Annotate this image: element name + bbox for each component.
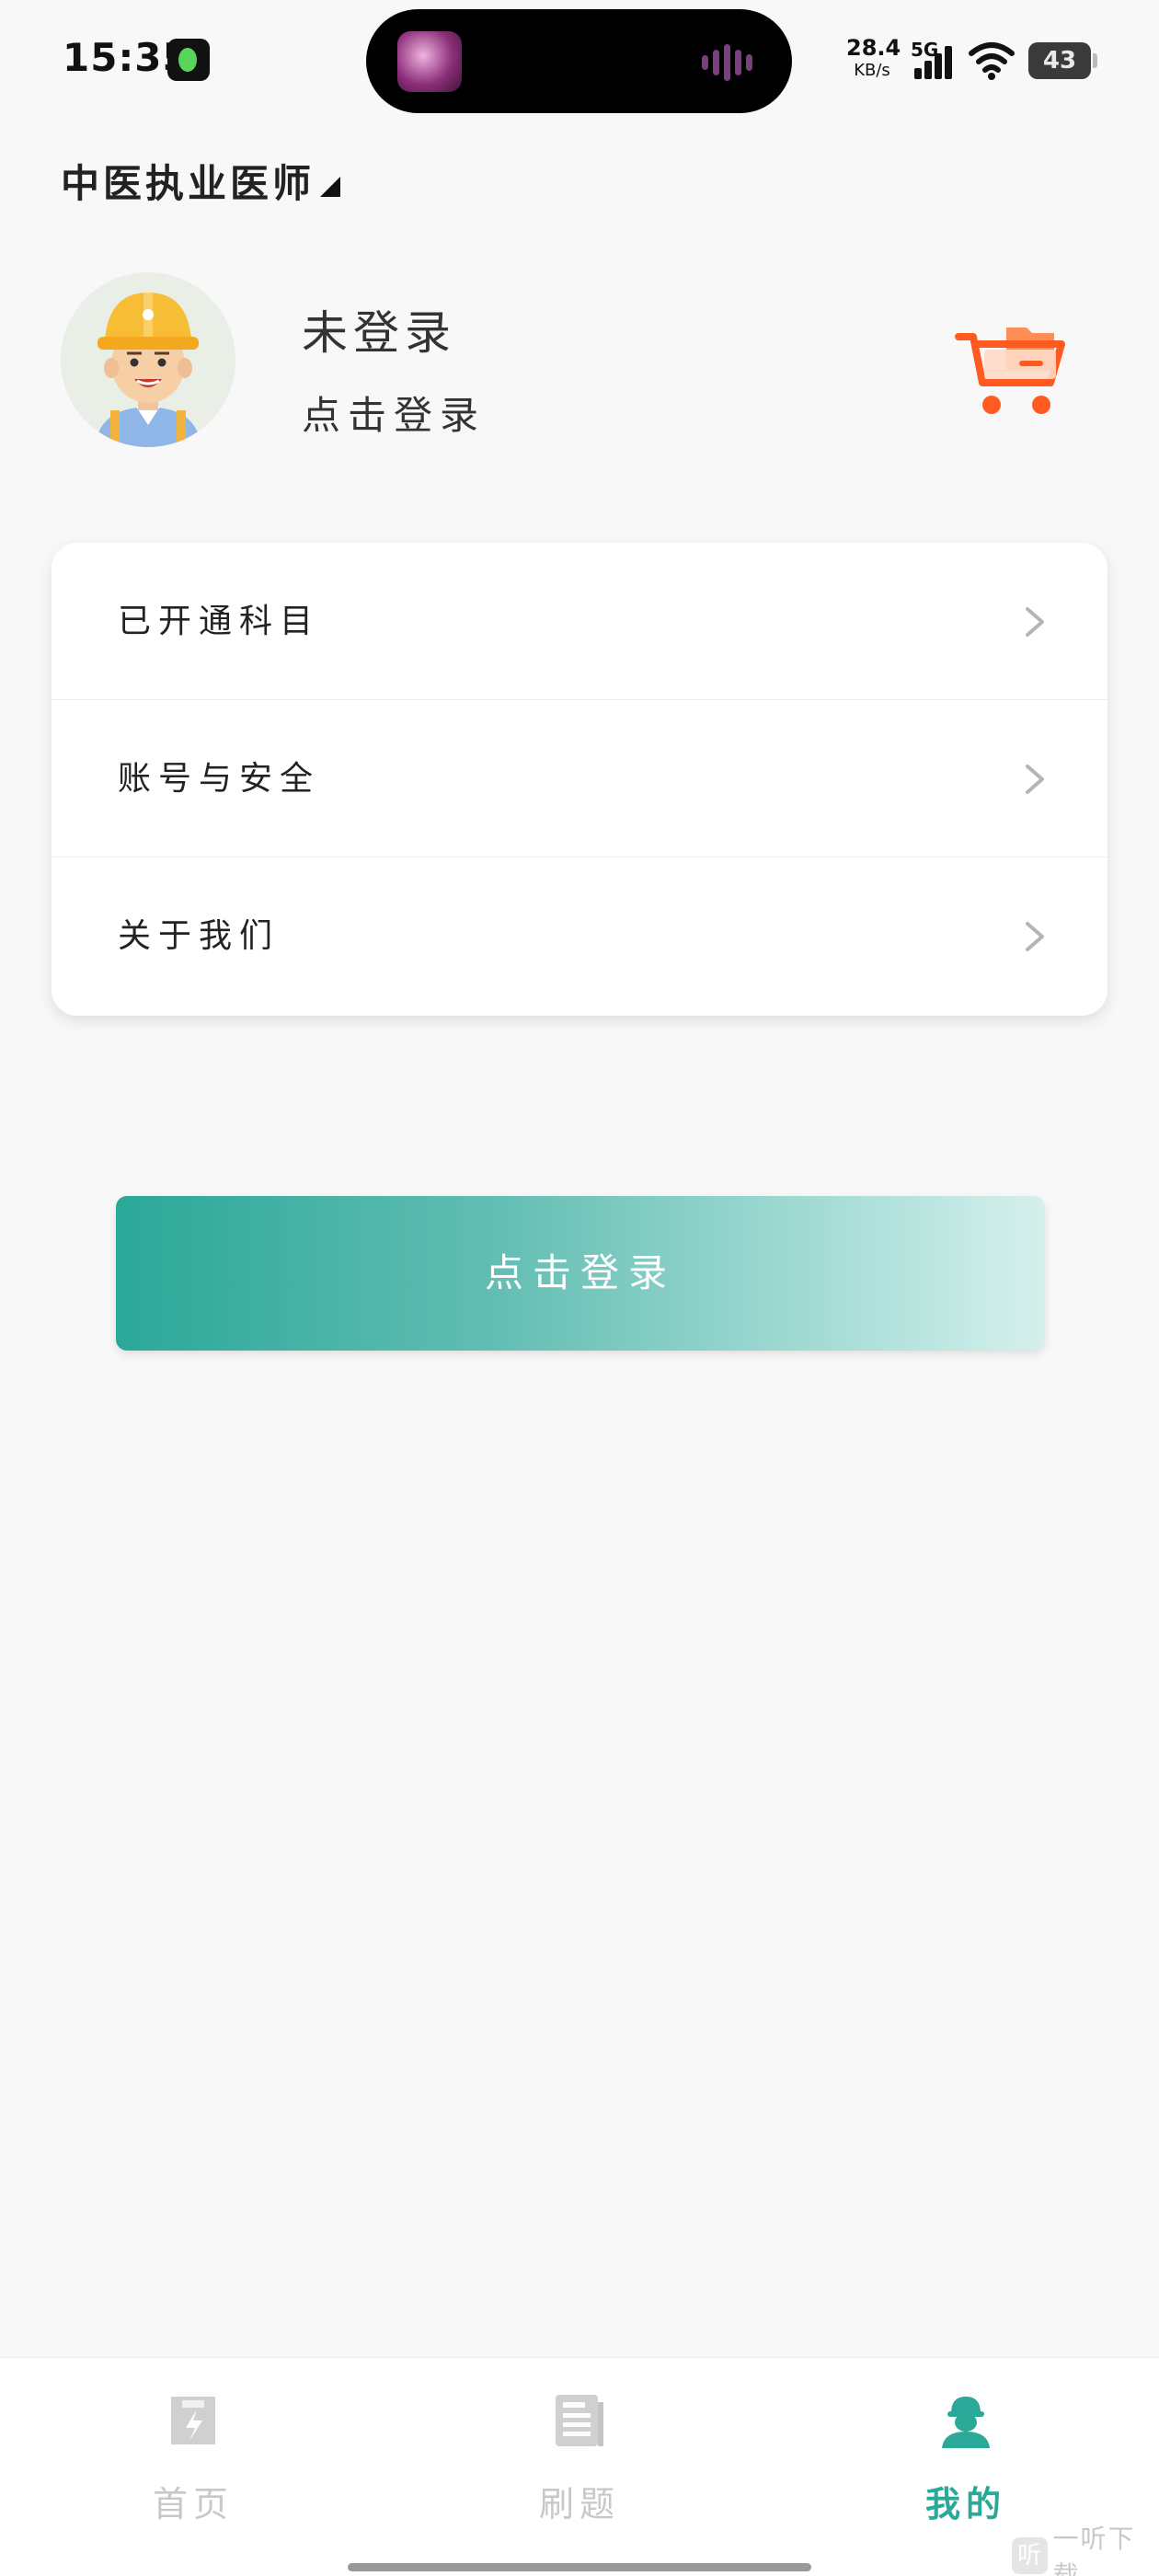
profile-login-link[interactable]: 点击登录 [302, 385, 486, 441]
chevron-right-icon [1026, 607, 1044, 637]
chevron-right-icon [1026, 922, 1044, 951]
watermark-logo-icon: 听 [1012, 2537, 1048, 2574]
settings-menu: 已开通科目 账号与安全 关于我们 [52, 543, 1107, 1016]
profile-icon [942, 2397, 990, 2448]
battery-icon: 43 [1028, 42, 1097, 79]
menu-item-opened-subjects[interactable]: 已开通科目 [52, 543, 1107, 700]
chevron-right-icon [1026, 765, 1044, 794]
wifi-icon [968, 40, 1016, 81]
tab-home-label: 首页 [152, 2484, 234, 2524]
cellular-signal-icon: 5G [911, 39, 953, 79]
net-speed: 28.4 KB/s [846, 35, 901, 80]
subject-switcher[interactable]: 中医执业医师 [61, 155, 341, 206]
profile-page: 15:35 28.4 KB/s 5G 43 中医执业医师 未登录 点击登录 已开… [0, 0, 1159, 2576]
shopping-cart-icon[interactable] [955, 318, 1069, 420]
menu-item-about-us[interactable]: 关于我们 [52, 857, 1107, 1015]
bottom-nav: 首页 刷题 我的 [0, 2357, 1159, 2576]
audio-wave-icon [702, 44, 766, 81]
home-icon [171, 2397, 215, 2444]
tab-questions-label: 刷题 [538, 2484, 620, 2524]
net-speed-unit: KB/s [854, 61, 890, 80]
dropdown-triangle-icon [320, 177, 341, 197]
watermark-text: 一听下载 [1052, 2524, 1136, 2576]
menu-item-label: 关于我们 [118, 917, 281, 955]
avatar[interactable] [61, 272, 235, 447]
tab-profile[interactable]: 我的 [874, 2391, 1058, 2529]
home-indicator[interactable] [348, 2563, 811, 2571]
tab-home[interactable]: 首页 [101, 2391, 285, 2529]
menu-item-label: 已开通科目 [118, 603, 321, 640]
media-thumbnail-icon [397, 31, 462, 92]
tab-profile-label: 我的 [924, 2483, 1006, 2524]
music-app-icon [167, 39, 210, 81]
login-button[interactable]: 点击登录 [116, 1196, 1045, 1351]
question-bank-icon [556, 2395, 603, 2446]
menu-item-account-security[interactable]: 账号与安全 [52, 700, 1107, 857]
status-bar: 15:35 28.4 KB/s 5G 43 [0, 0, 1159, 120]
subject-title: 中医执业医师 [61, 160, 316, 206]
profile-name: 未登录 [302, 306, 456, 360]
net-speed-value: 28.4 [846, 35, 901, 61]
menu-item-label: 账号与安全 [118, 760, 321, 798]
dynamic-island[interactable] [366, 9, 792, 113]
tab-questions[interactable]: 刷题 [488, 2391, 671, 2529]
watermark: 听 一听下载 [1012, 2524, 1159, 2576]
